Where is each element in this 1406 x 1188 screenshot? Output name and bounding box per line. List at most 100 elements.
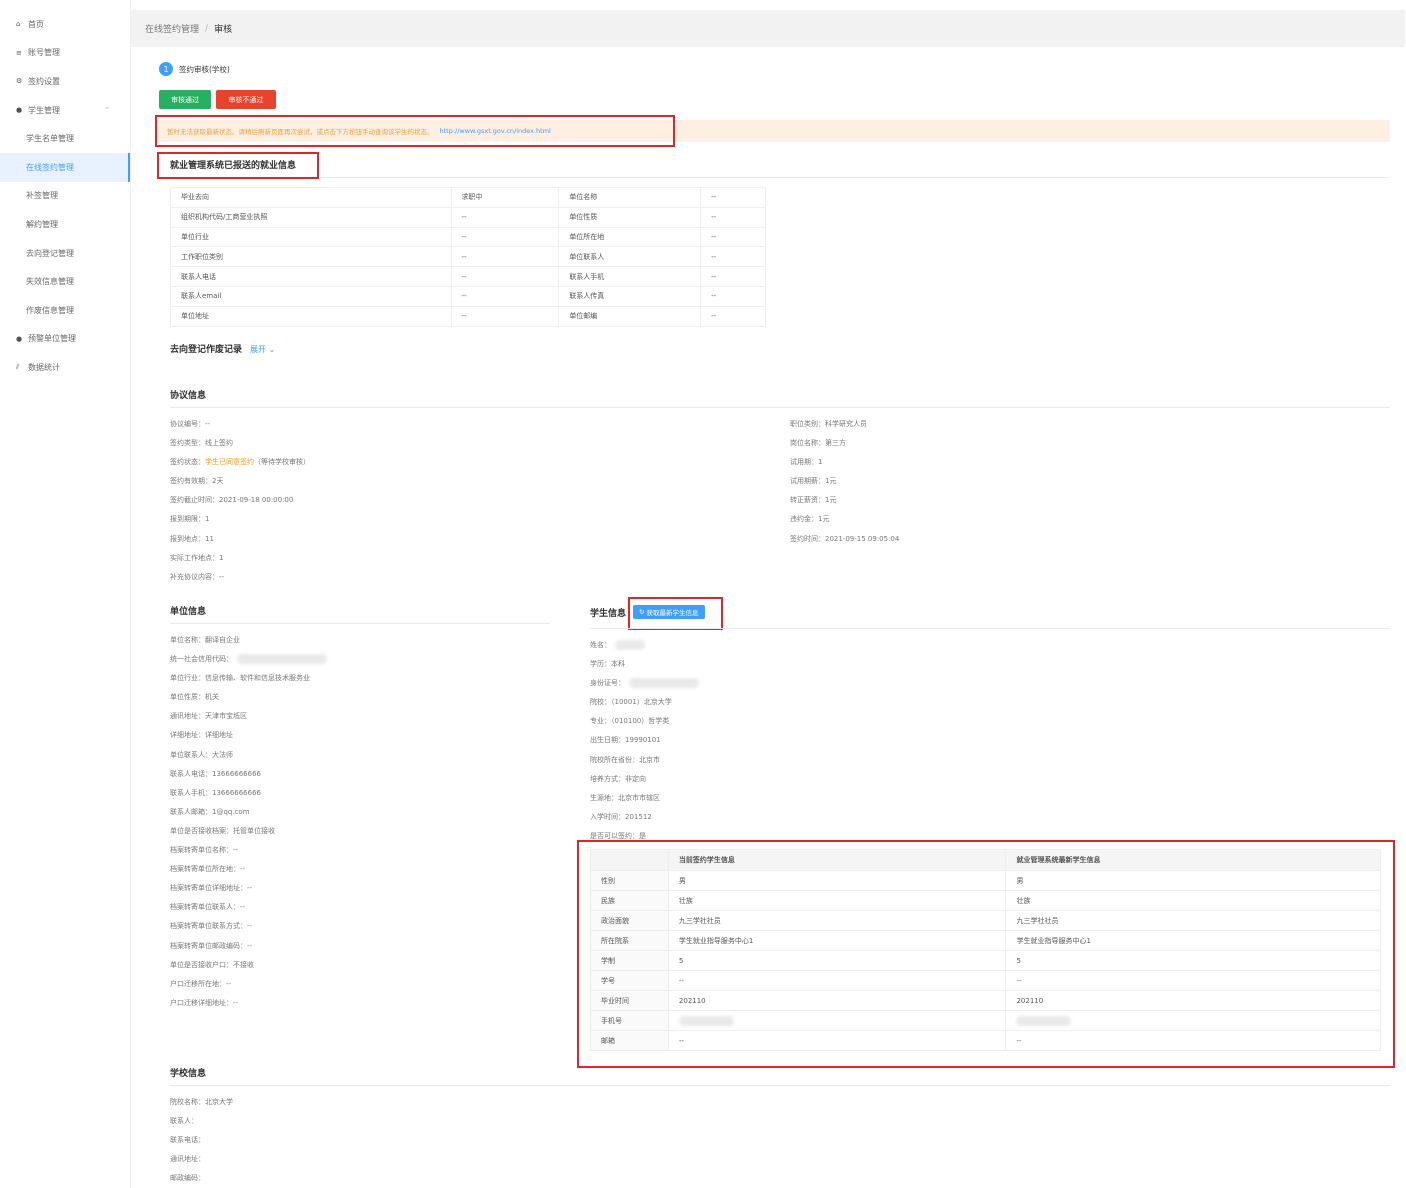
list-icon: ≡ [16,48,22,57]
info-label: 签约截止时间： [170,496,219,505]
info-label: 姓名： [590,641,611,649]
table-cell: -- [450,266,560,287]
divider [590,628,1390,629]
info-row: 转正薪资：1元 [790,491,899,510]
action-bar: 审核通过 审核不通过 [159,90,276,109]
info-value: 1元 [818,515,830,524]
sidebar-item-online-sign[interactable]: 在线签约管理 [0,152,130,182]
table-cell: -- [450,206,560,228]
info-row: 档案转寄单位联系方式：-- [170,917,327,936]
table-cell: 九三学社社员 [667,910,1007,931]
expand-link[interactable]: 展开 ⌄ [250,345,275,354]
table-row: 联系人email -- 联系人传真 -- [170,285,766,307]
approve-button[interactable]: 审核通过 [159,90,211,109]
info-label: 试用期： [790,458,818,467]
sidebar-item-destination[interactable]: 去向登记管理 [0,239,130,268]
info-value: 1元 [825,496,837,505]
info-value: 北京市 [639,755,660,764]
sidebar-item-label: 补签管理 [26,191,58,201]
info-label: 补充协议内容： [170,572,219,581]
table-cell: -- [1005,970,1381,991]
table-cell: 5 [667,950,1007,971]
info-label: 单位名称： [170,636,205,644]
sidebar-item-resign[interactable]: 补签管理 [0,182,130,211]
sidebar-item-expired[interactable]: 失效信息管理 [0,267,130,296]
info-value: 2021-09-15 09:05:04 [825,534,900,543]
table-row: 联系人电话 -- 联系人手机 -- [170,266,766,287]
sidebar-item-voided[interactable]: 作废信息管理 [0,296,130,325]
sidebar-item-sign-settings[interactable]: ⚙ 签约设置 [0,67,130,96]
table-row: 邮箱 -- -- [590,1030,1381,1051]
breadcrumb-parent[interactable]: 在线签约管理 [145,22,199,35]
redacted-value [629,678,699,689]
reject-button[interactable]: 审核不通过 [216,90,276,109]
info-value: 11 [205,534,214,543]
sidebar-item-accounts[interactable]: ≡ 账号管理 [0,39,130,68]
sidebar-item-student-list[interactable]: 学生名单管理 [0,124,130,153]
info-row: 学历：本科 [590,655,699,674]
info-value: -- [247,941,253,950]
info-row: 职位类别：科学研究人员 [790,415,899,434]
info-value: 1元 [825,477,837,486]
student-title: 学生信息 [590,608,627,619]
info-value: 大法师 [212,750,233,759]
divider [170,623,550,624]
info-row: 生源地：北京市市辖区 [590,789,699,808]
table-cell: 学制 [590,950,669,971]
table-cell: 所在院系 [590,930,669,951]
breadcrumb-separator: / [205,23,209,34]
redacted-value [678,1015,734,1026]
info-label: 联系人： [170,1117,198,1126]
info-row: 统一社会信用代码： [170,650,327,669]
table-row: 学制 5 5 [590,950,1381,971]
info-label: 联系人邮箱： [170,807,212,816]
table-cell: 202110 [667,990,1007,1011]
info-row: 签约时间：2021-09-15 09:05:04 [790,530,899,549]
table-cell: 单位性质 [558,206,702,228]
info-row: 详细地址：详细地址 [170,726,327,745]
table-cell: 壮族 [667,890,1007,911]
info-label: 联系人电话： [170,769,212,778]
info-value: 2021-09-18 00:00:00 [219,496,294,505]
sidebar-item-home[interactable]: ⌂ 首页 [0,10,130,39]
table-cell: -- [700,187,766,208]
info-value: -- [233,846,239,855]
info-label: 单位性质： [170,693,205,702]
info-row: 违约金：1元 [790,510,899,529]
info-value: 非定向 [625,774,646,783]
info-value: 托管单位接收 [233,826,275,835]
sidebar-item-students[interactable]: ● 学生管理 ⌃ [0,96,130,125]
info-value: 信息传输、软件和信息技术服务业 [205,674,310,683]
info-value: （010100）哲学类 [611,717,670,726]
table-cell: 性别 [590,870,669,891]
table-cell: -- [450,285,560,307]
table-cell: 手机号 [590,1010,669,1031]
info-row: 单位是否接收户口：不接收 [170,956,327,975]
info-row: 补充协议内容：-- [170,568,310,587]
info-value: -- [219,572,225,581]
info-value-note: （等待学校审核） [254,458,310,467]
table-cell: -- [700,246,766,268]
sidebar-item-stats[interactable]: ⫽ 数据统计 [0,353,130,382]
info-label: 院校名称： [170,1098,205,1106]
table-cell: 联系人电话 [170,266,452,287]
info-label: 通讯地址： [170,1155,205,1164]
info-label: 院校所在省份： [590,755,639,764]
info-value: 不接收 [233,960,254,969]
info-row: 单位名称：翻译自企业 [170,631,327,650]
sidebar-item-terminate[interactable]: 解约管理 [0,210,130,239]
highlight-box [155,115,675,147]
info-row: 联系人： [170,1112,233,1131]
table-row: 单位地址 -- 单位邮编 -- [170,305,766,327]
table-cell: 毕业时间 [590,990,669,1011]
table-cell: 民族 [590,890,669,911]
table-row: 性别男男 [590,870,1381,891]
table-row: 单位行业 -- 单位所在地 -- [170,226,766,248]
info-value: 机关 [205,693,219,702]
main-content: 1 签约审核(学校) 审核通过 审核不通过 暂时无法获取最新状态。请稍后刷新页面… [145,47,1405,1188]
redacted-value [237,654,327,665]
record-title-text: 去向登记作废记录 [170,345,243,355]
info-label: 签约时间： [790,534,825,543]
info-row: 联系人邮箱：1@qq.com [170,803,327,822]
sidebar-item-warning-companies[interactable]: ● 预警单位管理 [0,325,130,354]
